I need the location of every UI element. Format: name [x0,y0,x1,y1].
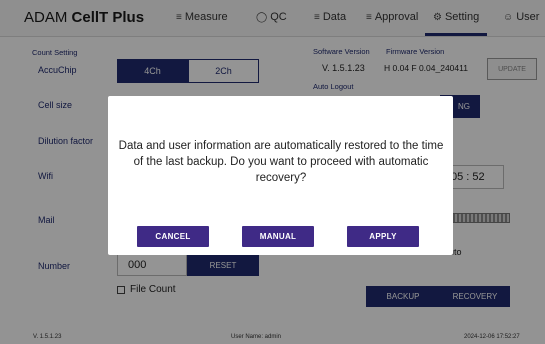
dialog-message: Data and user information are automatica… [118,140,444,184]
apply-button[interactable]: APPLY [347,226,419,247]
cancel-button[interactable]: CANCEL [137,226,209,247]
recovery-dialog: Data and user information are automatica… [108,96,453,255]
manual-button[interactable]: MANUAL [242,226,314,247]
